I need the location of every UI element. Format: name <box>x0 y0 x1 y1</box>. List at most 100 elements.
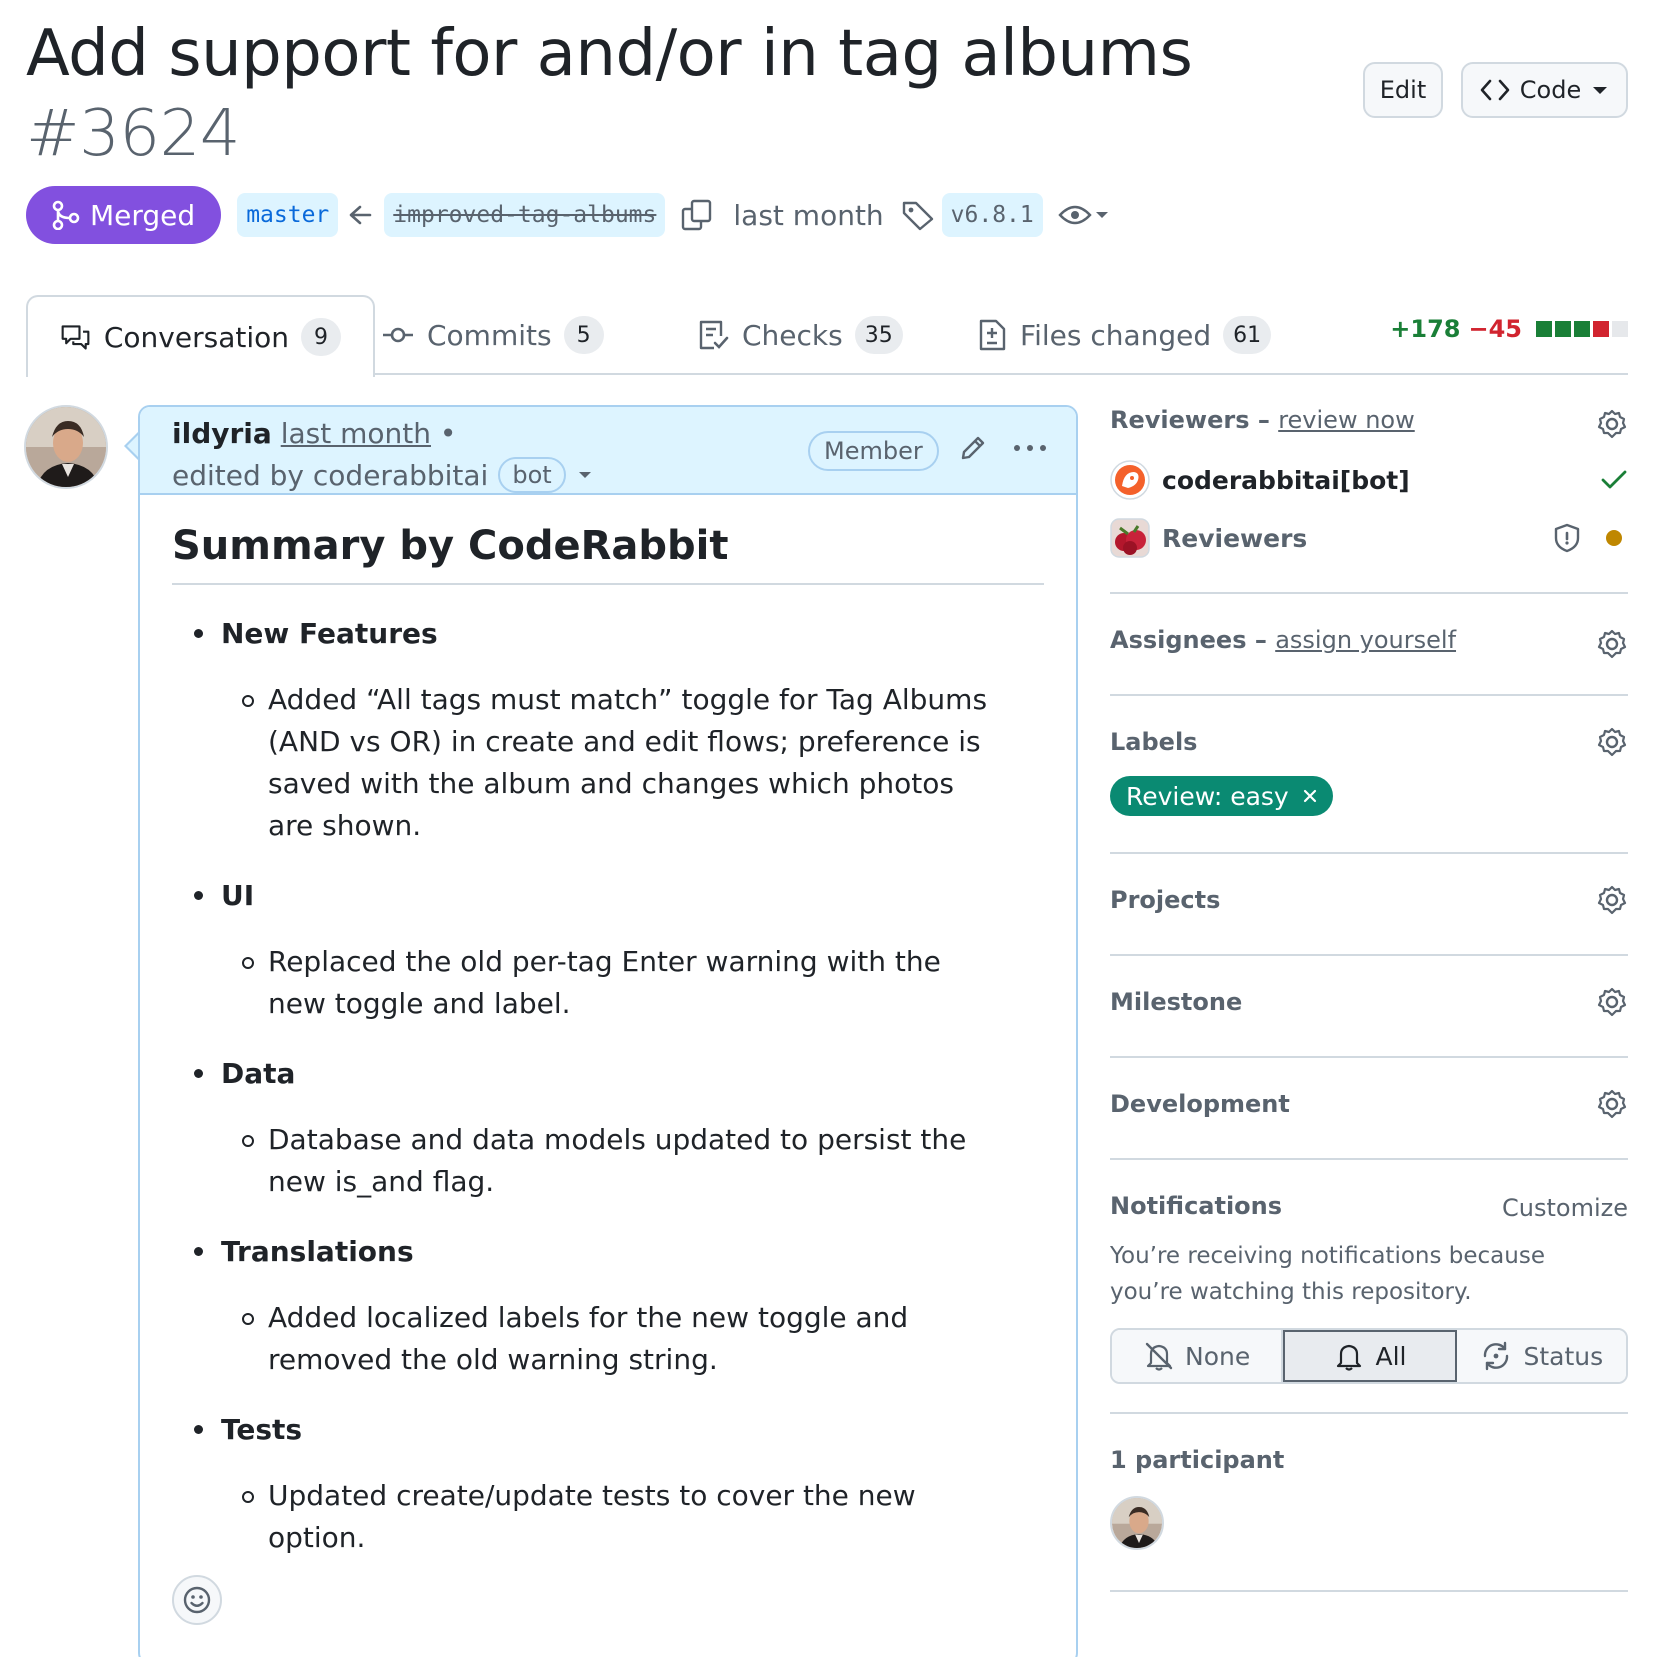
pencil-icon[interactable] <box>958 433 988 463</box>
notify-all-button[interactable]: All <box>1283 1330 1457 1382</box>
list-item-text: Added “All tags must match” toggle for T… <box>268 683 988 842</box>
notify-none-label: None <box>1185 1341 1251 1371</box>
pr-tabs: Conversation 9 Commits 5 Checks 35 Files… <box>26 295 1628 377</box>
tab-conversation[interactable]: Conversation 9 <box>26 295 375 377</box>
add-reaction-button[interactable] <box>172 1575 222 1625</box>
tab-commits-label: Commits <box>427 318 552 352</box>
assignees-section: Assignees – assign yourself <box>1110 594 1628 696</box>
gear-icon[interactable] <box>1596 726 1628 758</box>
list-item-text: Updated create/update tests to cover the… <box>268 1479 916 1554</box>
commit-icon <box>383 327 413 343</box>
comment-header: ildyria last month • edited by coderabbi… <box>140 407 1076 495</box>
notify-status-button[interactable]: Status <box>1456 1330 1626 1382</box>
assignees-heading: Assignees – assign yourself <box>1110 626 1457 654</box>
tab-files-changed[interactable]: Files changed 61 <box>976 295 1272 375</box>
diffstat-deletions: −45 <box>1468 315 1522 343</box>
section-title: New Features <box>221 616 438 650</box>
labels-section: Labels Review: easy <box>1110 696 1628 854</box>
comment-separator: • <box>439 417 457 450</box>
author-avatar[interactable] <box>24 405 108 489</box>
reviewers-section: Reviewers – review now coderabbitai[bot] <box>1110 390 1628 594</box>
tab-commits[interactable]: Commits 5 <box>381 295 604 375</box>
pr-meta: Merged master improved-tag-albums last m… <box>26 186 1111 244</box>
comment-edited-by: edited by coderabbitai <box>172 458 489 492</box>
gear-icon[interactable] <box>1596 408 1628 440</box>
caret-down-icon[interactable] <box>1093 209 1111 221</box>
reviewers-title: Reviewers <box>1110 406 1250 434</box>
head-branch[interactable]: improved-tag-albums <box>384 193 666 237</box>
review-now-link[interactable]: review now <box>1278 406 1415 434</box>
code-icon <box>1480 79 1510 101</box>
tab-conversation-count: 9 <box>301 318 341 356</box>
projects-section: Projects <box>1110 854 1628 956</box>
section-title: UI <box>221 878 255 912</box>
label-review-easy[interactable]: Review: easy <box>1110 776 1333 816</box>
merged-state-label: Merged <box>90 198 196 232</box>
list-item: Updated create/update tests to cover the… <box>242 1475 1002 1559</box>
gear-icon[interactable] <box>1596 884 1628 916</box>
participant-avatar[interactable] <box>1110 1496 1164 1550</box>
projects-title: Projects <box>1110 886 1221 914</box>
comment-author-line: ildyria last month • <box>172 417 456 450</box>
notify-none-button[interactable]: None <box>1112 1330 1284 1382</box>
list-item-text: Added localized labels for the new toggl… <box>268 1301 909 1376</box>
code-button-label: Code <box>1519 76 1582 104</box>
comment-author[interactable]: ildyria <box>172 417 272 450</box>
comment-discussion-icon <box>61 325 90 350</box>
list-item: Replaced the old per-tag Enter warning w… <box>242 941 1002 1025</box>
diffstat: +178 −45 <box>1390 315 1628 343</box>
tab-checks-count: 35 <box>854 316 903 354</box>
copy-icon[interactable] <box>679 197 719 233</box>
avatar <box>1110 460 1150 500</box>
comment-time[interactable]: last month <box>281 417 431 450</box>
kebab-horizontal-icon[interactable] <box>1012 443 1048 453</box>
reviewer-team-item[interactable]: Reviewers <box>1110 516 1628 560</box>
tab-checks[interactable]: Checks 35 <box>696 295 903 375</box>
pr-title: Add support for and/or in tag albums #36… <box>26 14 1326 174</box>
tab-conversation-label: Conversation <box>103 320 289 354</box>
checklist-icon <box>699 320 729 350</box>
tab-checks-label: Checks <box>742 318 843 352</box>
list-item: Added “All tags must match” toggle for T… <box>242 679 1002 847</box>
merged-time: last month <box>733 198 884 232</box>
pr-title-text: Add support for and/or in tag albums <box>26 17 1193 91</box>
reviewer-name: coderabbitai[bot] <box>1162 465 1410 495</box>
edit-button[interactable]: Edit <box>1363 62 1443 118</box>
gear-icon[interactable] <box>1596 1088 1628 1120</box>
labels-title: Labels <box>1110 728 1198 756</box>
pr-description-comment: ildyria last month • edited by coderabbi… <box>138 405 1078 1657</box>
customize-link[interactable]: Customize <box>1502 1194 1628 1222</box>
label-text: Review: easy <box>1126 781 1289 811</box>
pr-number: #3624 <box>26 97 241 171</box>
reviewers-heading: Reviewers – review now <box>1110 406 1415 434</box>
close-icon[interactable] <box>1303 789 1317 803</box>
comment-edited-line[interactable]: edited by coderabbitai bot <box>172 457 594 493</box>
smiley-icon <box>183 1586 211 1614</box>
milestone-title: Milestone <box>1110 988 1243 1016</box>
gear-icon[interactable] <box>1596 986 1628 1018</box>
caret-down-icon[interactable] <box>576 469 594 481</box>
bell-icon <box>1337 1344 1362 1371</box>
comment-actions <box>958 433 1048 463</box>
assignees-title: Assignees <box>1110 626 1247 654</box>
section-tests: Tests <box>194 1407 1044 1451</box>
sync-icon <box>1484 1341 1509 1371</box>
notify-status-label: Status <box>1523 1341 1604 1371</box>
notify-all-label: All <box>1375 1341 1407 1371</box>
code-button[interactable]: Code <box>1461 62 1628 118</box>
notifications-section: Notifications Customize You’re receiving… <box>1110 1160 1628 1414</box>
release-tag[interactable]: v6.8.1 <box>941 193 1043 237</box>
pr-sidebar: Reviewers – review now coderabbitai[bot] <box>1110 390 1628 1592</box>
bot-badge: bot <box>498 457 566 493</box>
merge-icon <box>52 200 80 230</box>
section-title: Data <box>221 1056 296 1090</box>
bell-slash-icon <box>1145 1342 1173 1371</box>
reviewer-item[interactable]: coderabbitai[bot] <box>1110 458 1628 502</box>
arrow-left-icon <box>349 205 372 225</box>
base-branch[interactable]: master <box>237 193 339 237</box>
assign-yourself-link[interactable]: assign yourself <box>1275 626 1456 654</box>
notifications-reason: You’re receiving notifications because y… <box>1110 1243 1545 1305</box>
eye-icon[interactable] <box>1057 201 1093 229</box>
participants-title: 1 participant <box>1110 1446 1285 1474</box>
gear-icon[interactable] <box>1596 628 1628 660</box>
